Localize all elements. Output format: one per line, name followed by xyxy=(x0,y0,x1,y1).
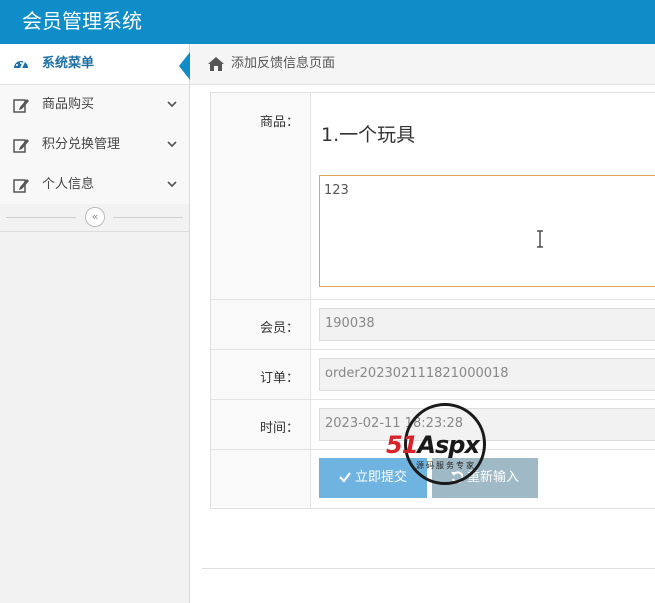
form-label xyxy=(211,450,311,507)
sidebar-item-label: 个人信息 xyxy=(42,177,95,192)
sidebar: 系统菜单 商品购买 积分兑换管理 个人信息 « xyxy=(0,44,190,603)
text-cursor-icon xyxy=(537,230,543,248)
edit-icon xyxy=(13,139,29,153)
form-label: 时间： xyxy=(211,400,311,449)
product-name: 1.一个玩具 xyxy=(321,124,416,146)
chevron-down-icon xyxy=(167,101,177,108)
form-label: 会员： xyxy=(211,300,311,349)
app-title: 会员管理系统 xyxy=(22,9,142,33)
sidebar-item-points-exchange[interactable]: 积分兑换管理 xyxy=(0,125,189,166)
check-icon xyxy=(339,472,351,483)
form-label: 订单： xyxy=(211,350,311,399)
sidebar-item-label: 系统菜单 xyxy=(42,56,95,71)
chevron-down-icon xyxy=(167,181,177,188)
chevron-down-icon xyxy=(167,141,177,148)
feedback-textarea[interactable]: 123 xyxy=(319,175,655,287)
dashboard-icon xyxy=(14,61,28,69)
form-row-product: 商品： 1.一个玩具 123 xyxy=(211,93,655,300)
form-row-order: 订单： order202302111821000018 xyxy=(211,350,655,400)
edit-icon xyxy=(13,179,29,193)
edit-icon xyxy=(13,99,29,113)
sidebar-collapse-button[interactable]: « xyxy=(85,207,105,227)
sidebar-item-personal-info[interactable]: 个人信息 xyxy=(0,165,189,206)
watermark-text: 51Aspx xyxy=(386,431,480,459)
watermark-logo: 51Aspx 源码服务专家 xyxy=(386,403,516,495)
divider xyxy=(202,568,655,569)
header-bar: 会员管理系统 xyxy=(0,0,655,44)
order-field[interactable]: order202302111821000018 xyxy=(319,358,655,391)
home-icon[interactable] xyxy=(207,55,225,73)
active-menu-indicator xyxy=(179,52,190,80)
divider xyxy=(113,217,183,218)
sidebar-item-label: 积分兑换管理 xyxy=(42,137,121,152)
member-field[interactable]: 190038 xyxy=(319,308,655,341)
watermark-subtitle: 源码服务专家 xyxy=(416,461,476,470)
divider xyxy=(6,217,76,218)
sidebar-item-label: 商品购买 xyxy=(42,97,95,112)
breadcrumb: 添加反馈信息页面 xyxy=(190,44,655,85)
sidebar-collapse-row: « xyxy=(0,204,189,232)
breadcrumb-text: 添加反馈信息页面 xyxy=(231,56,336,71)
sidebar-item-product-purchase[interactable]: 商品购买 xyxy=(0,85,189,126)
form-row-member: 会员： 190038 xyxy=(211,300,655,350)
form-label: 商品： xyxy=(211,93,311,299)
sidebar-item-system-menu[interactable]: 系统菜单 xyxy=(0,44,189,85)
